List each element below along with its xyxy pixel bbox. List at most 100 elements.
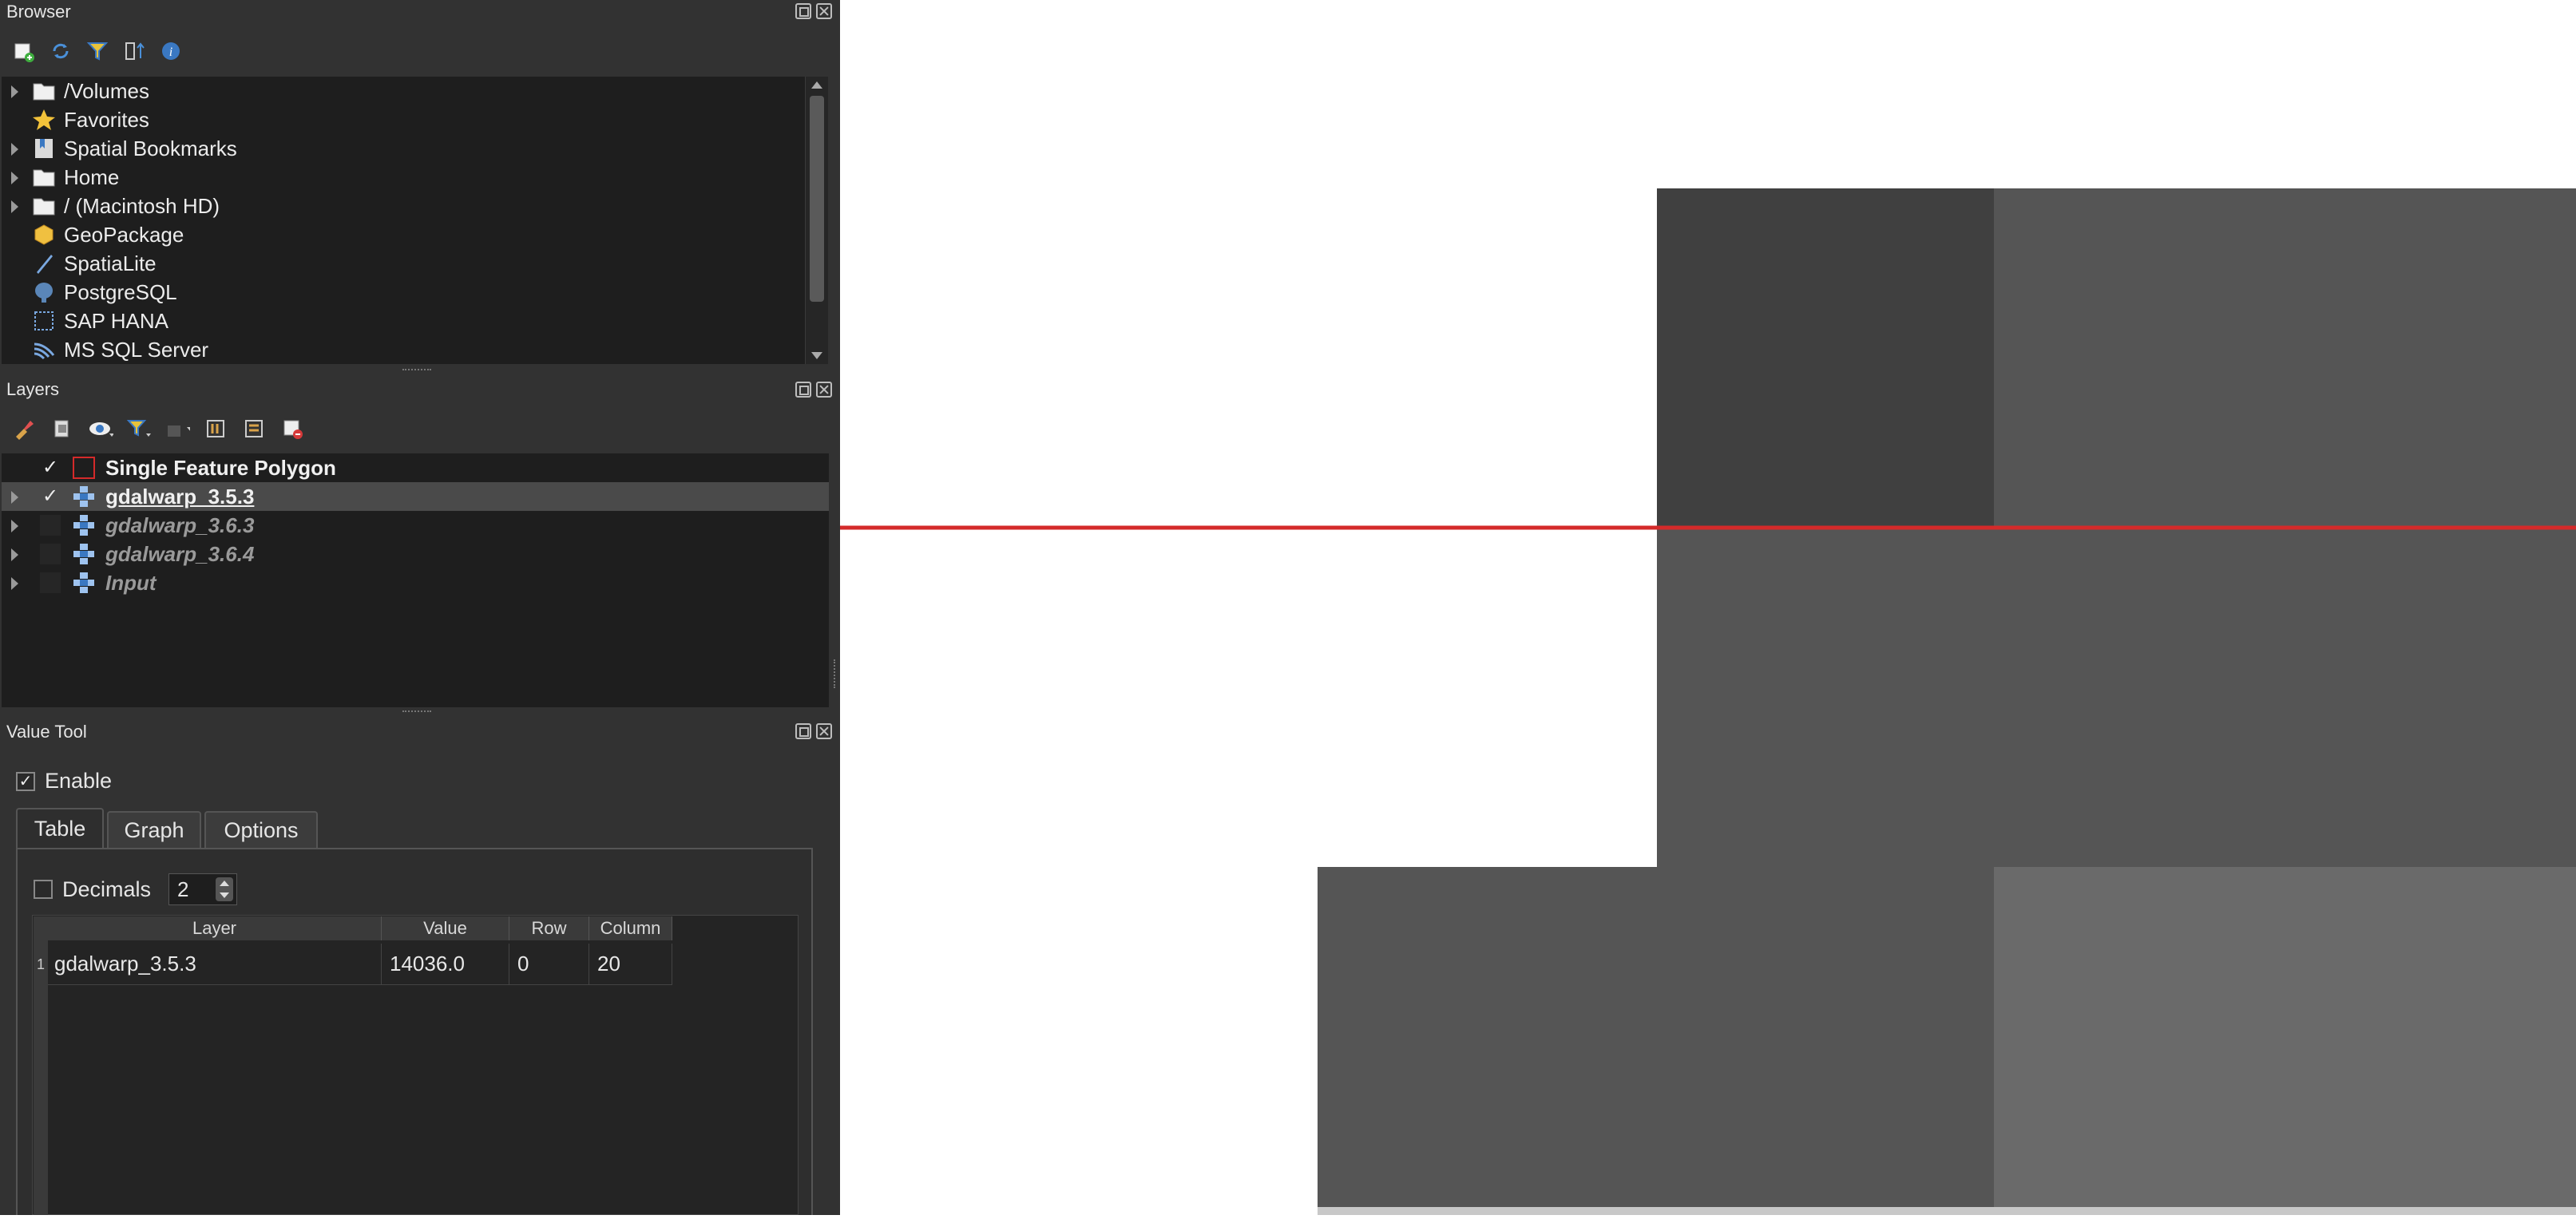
- remove-layer-icon[interactable]: [279, 416, 305, 441]
- float-panel-icon[interactable]: [795, 382, 811, 398]
- expand-arrow-icon[interactable]: [11, 519, 18, 532]
- float-panel-icon[interactable]: [795, 3, 811, 19]
- table-cell-layer[interactable]: gdalwarp_3.5.3: [48, 944, 382, 985]
- browser-item[interactable]: SpatiaLite: [2, 249, 157, 278]
- enable-label: Enable: [45, 769, 113, 793]
- tab-options[interactable]: Options: [204, 811, 318, 848]
- collapse-all-icon[interactable]: [121, 38, 147, 64]
- browser-item-label: MS SQL Server: [64, 337, 209, 362]
- browser-scrollbar[interactable]: [805, 77, 828, 364]
- add-selected-layers-icon[interactable]: [11, 38, 37, 64]
- close-panel-icon[interactable]: [816, 382, 832, 398]
- spatialite-icon: [32, 251, 56, 275]
- panel-splitter-handle[interactable]: [402, 710, 431, 715]
- browser-item[interactable]: Spatial Bookmarks: [2, 134, 237, 163]
- visibility-eye-icon[interactable]: [88, 416, 113, 441]
- dock-resize-handle[interactable]: [834, 659, 838, 688]
- decimals-checkbox[interactable]: [34, 880, 53, 899]
- close-panel-icon[interactable]: [816, 3, 832, 19]
- browser-scroll-thumb[interactable]: [810, 96, 824, 302]
- raster-layer-icon: [72, 485, 96, 509]
- layer-item[interactable]: ✓ gdalwarp_3.5.3: [2, 482, 829, 511]
- browser-item[interactable]: / (Macintosh HD): [2, 192, 220, 220]
- float-panel-icon[interactable]: [795, 723, 811, 739]
- spin-arrows-icon[interactable]: [216, 877, 234, 901]
- layer-item[interactable]: ✓ Single Feature Polygon: [2, 453, 829, 482]
- browser-item-label: / (Macintosh HD): [64, 193, 220, 218]
- close-panel-icon[interactable]: [816, 723, 832, 739]
- expand-arrow-icon[interactable]: [11, 548, 18, 561]
- browser-item[interactable]: SAP HANA: [2, 307, 168, 335]
- collapse-all-layers-icon[interactable]: [241, 416, 267, 441]
- star-icon: [32, 108, 56, 132]
- browser-tree: /Volumes Favorites Spatial Bookmarks Home / …: [2, 77, 805, 364]
- panel-splitter-handle[interactable]: [402, 369, 431, 374]
- column-header-value[interactable]: Value: [382, 916, 509, 940]
- raster-layer-icon: [72, 542, 96, 566]
- info-icon[interactable]: i: [158, 38, 184, 64]
- filter-icon[interactable]: [85, 38, 110, 64]
- raster-layer-icon: [72, 513, 96, 537]
- column-header-layer[interactable]: Layer: [48, 916, 382, 940]
- browser-item[interactable]: /Volumes: [2, 77, 149, 105]
- browser-item[interactable]: GeoPackage: [2, 220, 184, 249]
- expand-arrow-icon[interactable]: [11, 142, 18, 156]
- layer-visibility-checkbox[interactable]: [40, 572, 61, 593]
- bookmark-icon: [32, 137, 56, 160]
- expand-arrow-icon[interactable]: [11, 171, 18, 184]
- tab-graph[interactable]: Graph: [107, 811, 201, 848]
- layer-item-label: gdalwarp_3.6.4: [105, 541, 255, 566]
- home-folder-icon: [32, 165, 56, 189]
- layer-item-label: gdalwarp_3.6.3: [105, 513, 255, 537]
- filter-legend-icon[interactable]: [126, 416, 152, 441]
- layer-item-label: Input: [105, 570, 157, 595]
- expand-arrow-icon[interactable]: [11, 200, 18, 213]
- browser-item-label: GeoPackage: [64, 222, 184, 247]
- expand-arrow-icon[interactable]: [11, 490, 18, 504]
- remove-layer-dropdown-icon[interactable]: [164, 416, 190, 441]
- add-group-icon[interactable]: [50, 416, 75, 441]
- column-header-column[interactable]: Column: [589, 916, 672, 940]
- refresh-icon[interactable]: [48, 38, 73, 64]
- expand-arrow-icon[interactable]: [11, 85, 18, 98]
- expand-all-icon[interactable]: [203, 416, 228, 441]
- enable-control[interactable]: ✓ Enable: [16, 769, 112, 794]
- style-manager-icon[interactable]: [11, 416, 37, 441]
- browser-toolbar: i: [11, 38, 184, 64]
- browser-item[interactable]: Favorites: [2, 105, 149, 134]
- svg-text:i: i: [169, 46, 172, 59]
- layer-item[interactable]: gdalwarp_3.6.4: [2, 540, 829, 568]
- table-cell-column[interactable]: 20: [589, 944, 672, 985]
- layers-toolbar: [11, 416, 305, 441]
- table-cell-value[interactable]: 14036.0: [382, 944, 509, 985]
- column-header-row[interactable]: Row: [509, 916, 589, 940]
- decimals-value: 2: [177, 877, 189, 901]
- layer-item[interactable]: Input: [2, 568, 829, 597]
- scroll-up-arrow-icon[interactable]: [811, 81, 822, 89]
- layer-visibility-checkbox[interactable]: ✓: [40, 486, 61, 507]
- browser-item[interactable]: Home: [2, 163, 119, 192]
- value-tool-dock-buttons: [795, 723, 832, 739]
- layer-item-label: Single Feature Polygon: [105, 455, 336, 480]
- postgresql-icon: [32, 280, 56, 304]
- browser-item[interactable]: PostgreSQL: [2, 278, 177, 307]
- table-cell-row[interactable]: 0: [509, 944, 589, 985]
- raster-pixel-dark: [1657, 188, 1994, 527]
- enable-checkbox[interactable]: ✓: [16, 771, 35, 791]
- value-tool-panel-title: Value Tool: [6, 722, 87, 742]
- layer-visibility-checkbox[interactable]: ✓: [40, 457, 61, 478]
- tab-table[interactable]: Table: [16, 808, 104, 848]
- map-canvas[interactable]: [840, 0, 2576, 1215]
- layer-item[interactable]: gdalwarp_3.6.3: [2, 511, 829, 540]
- decimals-label: Decimals: [62, 877, 152, 901]
- sap-hana-icon: [32, 309, 56, 333]
- mssql-icon: [32, 338, 56, 362]
- layer-visibility-checkbox[interactable]: [40, 544, 61, 564]
- browser-panel-title: Browser: [6, 2, 71, 22]
- browser-dock-buttons: [795, 3, 832, 19]
- browser-item[interactable]: MS SQL Server: [2, 335, 208, 364]
- scroll-down-arrow-icon[interactable]: [811, 352, 822, 359]
- expand-arrow-icon[interactable]: [11, 576, 18, 590]
- decimals-spinbox[interactable]: 2: [168, 873, 238, 905]
- layer-visibility-checkbox[interactable]: [40, 515, 61, 536]
